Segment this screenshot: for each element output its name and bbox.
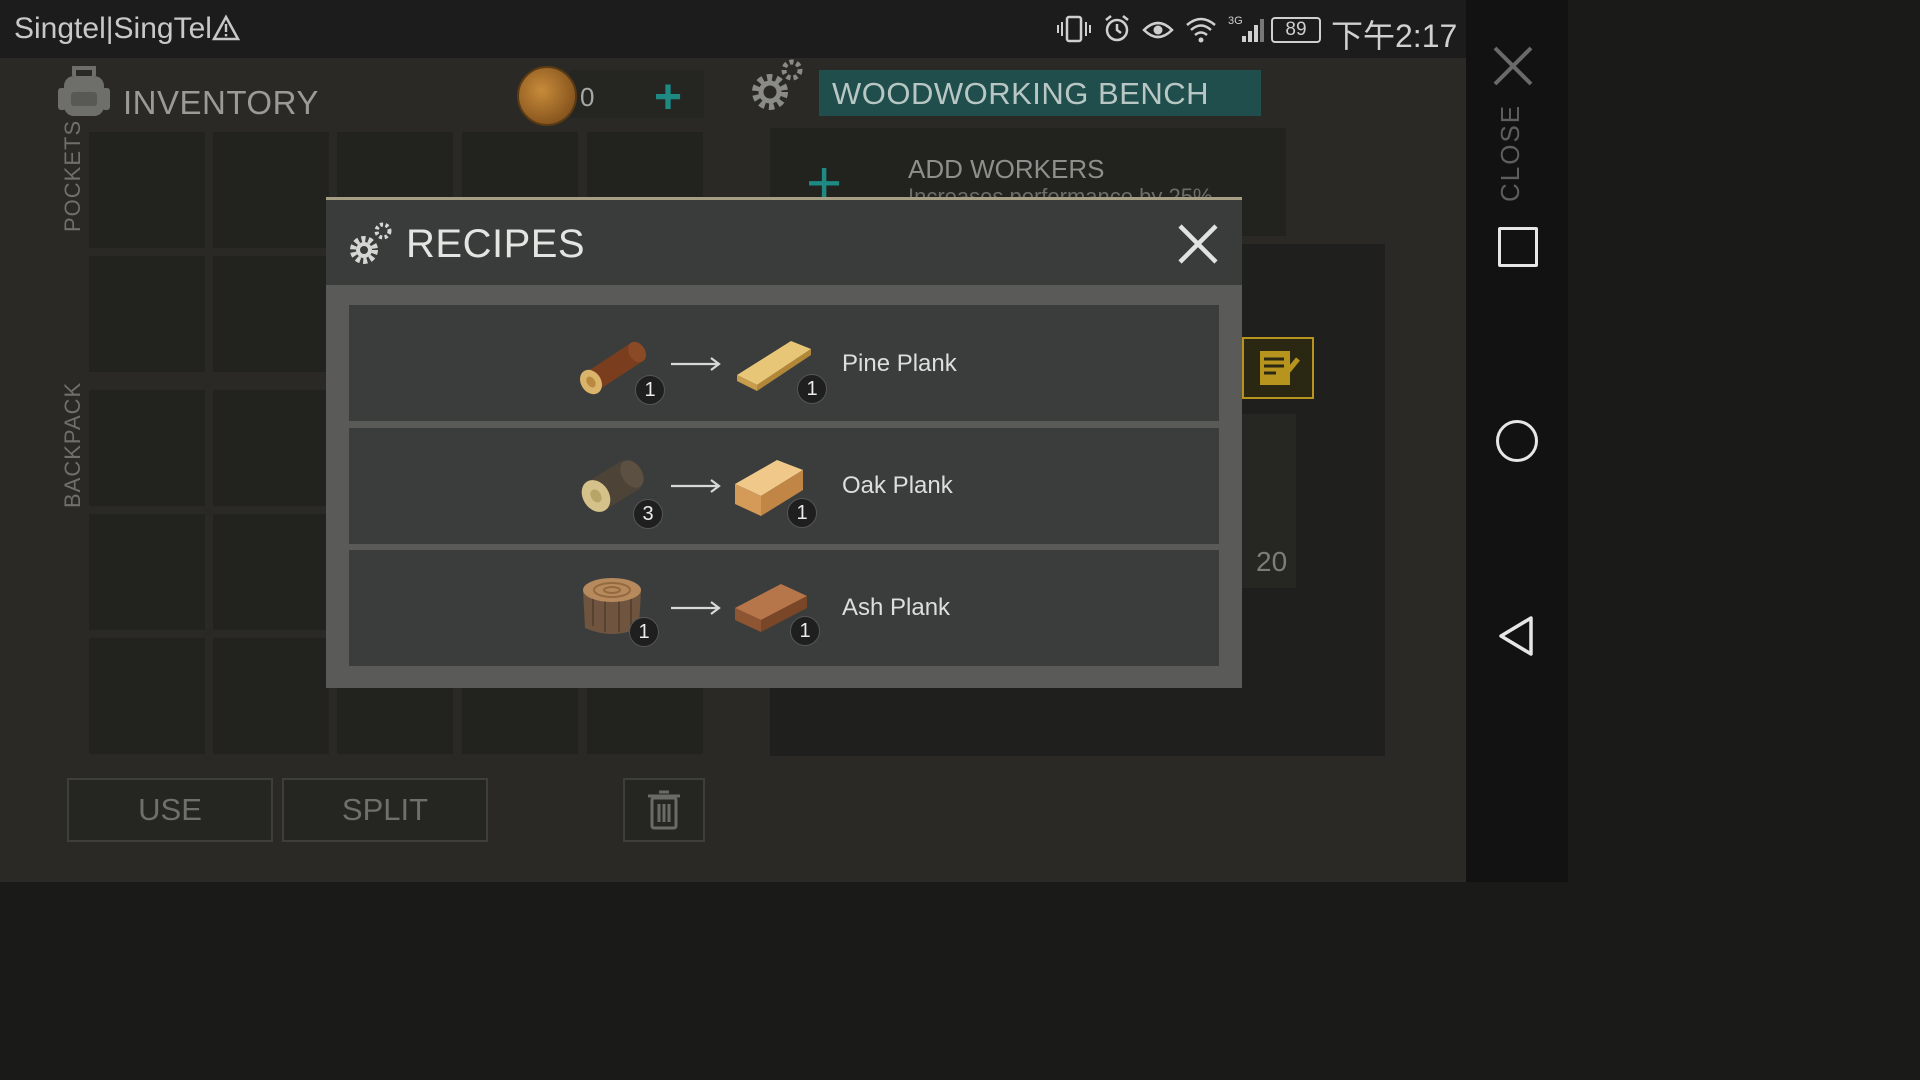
signal-icon: 3G [1228,15,1264,42]
bench-title: WOODWORKING BENCH [832,76,1210,111]
inventory-slot[interactable] [89,132,205,248]
inventory-slot[interactable] [213,390,329,506]
input-quantity-badge: 3 [633,499,663,529]
trash-icon [648,790,680,830]
pockets-label: POCKETS [60,119,85,232]
arrow-right-icon [671,479,721,493]
input-quantity-badge: 1 [635,375,665,405]
gears-icon [350,222,392,264]
clock: 下午2:17 [1331,18,1458,54]
status-bar: Singtel|SingTel 3G 89 下午2:17 [0,0,1568,58]
system-icons: 3G [1056,12,1268,46]
output-quantity-badge: 1 [787,498,817,528]
close-icon[interactable] [1176,222,1220,266]
eye-comfort-icon [1142,21,1174,39]
inventory-slot[interactable] [213,638,329,754]
recipe-row-oak-plank[interactable]: 3 1 Oak Plank [349,428,1219,544]
use-button[interactable]: USE [67,778,273,842]
arrow-right-icon [671,601,721,615]
inventory-slot[interactable] [89,638,205,754]
modal-title: RECIPES [406,222,586,266]
inventory-slot[interactable] [89,256,205,372]
back-icon[interactable] [1497,614,1537,658]
recipes-modal: RECIPES 1 1 Pine Plank 3 1 Oak Plank 1 1… [326,197,1242,688]
inventory-slot[interactable] [89,514,205,630]
split-button[interactable]: SPLIT [282,778,488,842]
modal-header: RECIPES [326,200,1242,285]
recipe-name: Pine Plank [842,350,957,377]
recent-apps-icon[interactable] [1498,227,1538,267]
close-icon[interactable] [1491,44,1535,88]
bench-slot-count: 20 [1256,546,1288,577]
edit-note-icon [1260,351,1300,385]
add-coins-button[interactable]: + [654,70,682,125]
inventory-slot[interactable] [213,256,329,372]
backpack-icon [58,66,110,116]
warning-icon [212,14,240,41]
wifi-icon [1186,17,1216,43]
output-quantity-badge: 1 [797,374,827,404]
inventory-slot[interactable] [213,514,329,630]
recipe-name: Oak Plank [842,472,953,499]
arrow-right-icon [671,357,721,371]
inventory-title: INVENTORY [123,84,319,121]
gears-icon [752,59,803,110]
vibrate-icon [1057,15,1091,43]
battery-indicator: 89 [1271,17,1321,43]
recipe-row-pine-plank[interactable]: 1 1 Pine Plank [349,305,1219,421]
recipe-row-ash-plank[interactable]: 1 1 Ash Plank [349,550,1219,666]
backpack-label: BACKPACK [60,381,85,508]
recipe-name: Ash Plank [842,594,951,621]
input-quantity-badge: 1 [629,617,659,647]
coin-icon [517,66,577,126]
coin-count: 0 [580,82,595,112]
alarm-icon [1105,15,1129,42]
edit-note-button[interactable] [1242,337,1314,399]
carrier-label: Singtel|SingTel [14,12,212,45]
close-label[interactable]: CLOSE [1495,104,1526,202]
add-workers-title: ADD WORKERS [908,154,1105,184]
output-quantity-badge: 1 [790,616,820,646]
network-type: 3G [1228,15,1243,27]
inventory-slot[interactable] [213,132,329,248]
home-icon[interactable] [1496,420,1538,462]
trash-button[interactable] [623,778,705,842]
inventory-slot[interactable] [89,390,205,506]
